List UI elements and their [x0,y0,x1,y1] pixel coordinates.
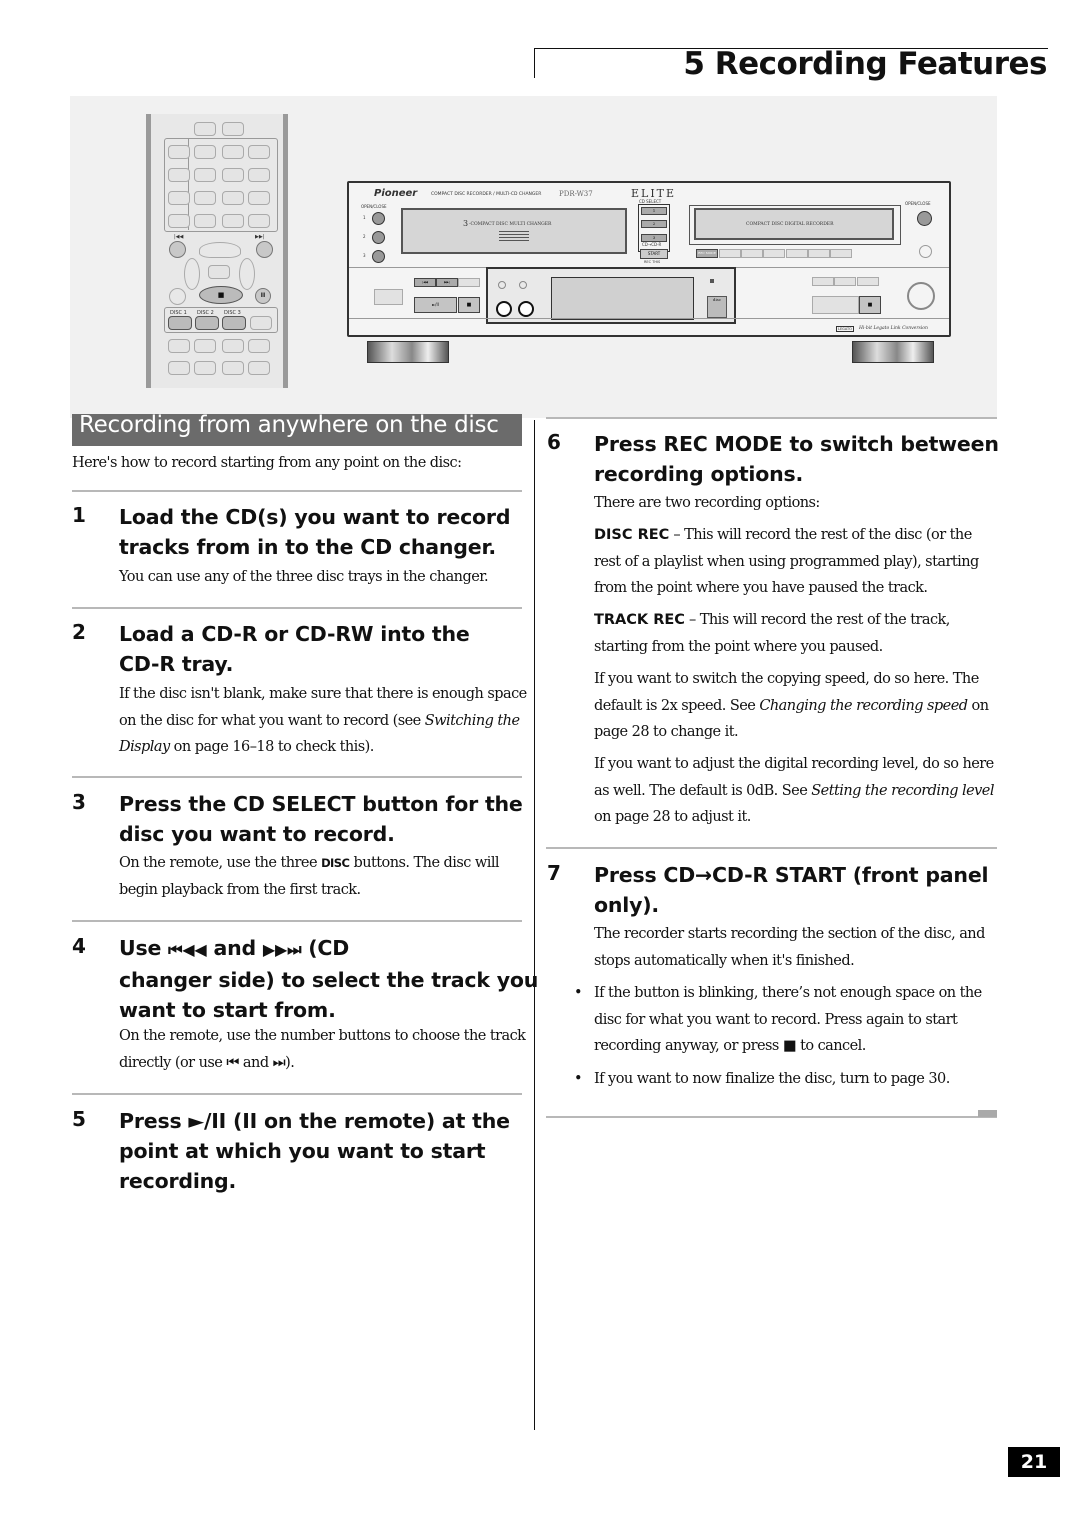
next-track-icon: ▶▶| [436,278,458,287]
step-divider [546,417,997,419]
header-rule-tick [534,48,535,78]
headphone-jack-icon [496,301,512,317]
remote-button [222,122,244,136]
fast-forward-skip-icon: ▶▶⏭ [262,940,302,959]
next-track-icon: ⏭ [272,1054,286,1071]
deck-foot-right [852,341,934,363]
link-changing-recording-speed: Changing the recording speed [759,697,968,714]
deck-foot-left [367,341,449,363]
step-3-heading: Press the CD SELECT button for the disc … [119,792,523,846]
volume-knob [907,282,935,310]
step-7-body: The recorder starts recording the sectio… [594,926,985,969]
step-divider [546,847,997,849]
remote-control-illustration: |◀◀ ▶▶| ■ II DISC 1 DISC 2 DISC 3 [146,114,288,388]
step-6-number: 6 [547,430,561,454]
eject-3-icon [372,250,385,263]
option-track-rec: TRACK REC – This will record the rest of… [594,612,950,655]
rec-mode-button: REC MODE [696,249,718,258]
previous-track-icon: ⏮ [226,1054,239,1071]
step-divider [72,776,522,778]
step-divider [72,1093,522,1095]
bullet-item: If you want to now finalize the disc, tu… [572,1066,982,1093]
eject-recorder-icon [917,211,932,226]
link-switching-the-display: Switching the [424,712,520,729]
step-7-number: 7 [547,861,561,885]
play-pause-icon: ►/II [188,1109,227,1133]
step-divider [72,607,522,609]
cd-select-2-button: 2 [641,220,667,228]
link-finalize-page-30: If you want to now finalize the disc, tu… [594,1070,950,1087]
step-6-speed-note: If you want to switch the copying speed,… [594,671,989,740]
cd-select-1-button: 1 [641,207,667,215]
play-pause-button: ►/II [414,297,457,313]
disc-3-button [222,316,246,330]
disc-1-button [168,316,192,330]
step-4-number: 4 [72,934,86,958]
end-mark [978,1110,997,1117]
link-setting-recording-level: Setting the recording level [811,782,994,799]
previous-track-icon: |◀◀ [414,278,436,287]
step-3-body: On the remote, use the three DISC button… [119,855,500,898]
section-title: Recording from anywhere on the disc [79,412,499,438]
step-6-level-note: If you want to adjust the digital record… [594,756,994,825]
step-2-number: 2 [72,620,86,644]
step-divider [72,920,522,922]
step-5-heading: Press ►/II (II on the remote) at the poi… [119,1109,510,1193]
step-divider [72,490,522,492]
arrow-right-icon: → [695,863,713,887]
step-7-heading: Press CD→CD-R START (front panel only). [594,863,989,917]
pause-icon: II [242,1109,258,1133]
section-intro: Here's how to record starting from any p… [72,455,462,471]
recorder-tray: COMPACT DISC DIGITAL RECORDER [694,208,894,240]
step-2-heading: Load a CD-R or CD-RW into the CD-R tray. [119,622,470,676]
end-rule [546,1116,997,1118]
skip-back-rewind-icon: ⏮◀◀ [168,940,207,959]
step-2-body: If the disc isn't blank, make sure that … [119,686,527,755]
disc-2-button [195,316,219,330]
disc-keyword: DISC [321,856,350,870]
display-window: disc [486,267,736,324]
step-4-body: On the remote, use the number buttons to… [119,1028,526,1071]
stop-icon: ■ [859,296,881,314]
remote-button [194,122,216,136]
chapter-title: 5 Recording Features [683,46,1047,82]
option-disc-rec: DISC REC – This will record the rest of … [594,527,979,596]
pause-icon: II [255,288,271,304]
keyboard-jack-icon [518,301,534,317]
bullet-item: If the button is blinking, there’s not e… [572,980,982,1060]
column-divider [534,420,535,1430]
page-number: 21 [1008,1447,1060,1477]
step-1-body: You can use any of the three disc trays … [119,569,489,585]
cd-recorder-illustration: Pioneer COMPACT DISC RECORDER / MULTI-CD… [347,181,951,337]
step-6-intro: There are two recording options: [594,495,820,511]
step-7-bullets: If the button is blinking, there’s not e… [572,980,982,1092]
eject-1-icon [372,212,385,225]
step-6-heading: Press REC MODE to switch between recordi… [594,432,999,486]
step-1-number: 1 [72,503,86,527]
previous-track-icon: |◀◀ [174,234,184,240]
step-5-number: 5 [72,1107,86,1131]
brand-logo: Pioneer [374,188,418,199]
compact-disc-logo: disc [707,296,727,318]
next-track-icon: ▶▶| [255,234,265,240]
step-4-heading: Use ⏮◀◀ and ▶▶⏭ (CD changer side) to sel… [119,936,539,1022]
step-1-heading: Load the CD(s) you want to record tracks… [119,505,511,559]
stop-icon: ■ [199,286,243,304]
start-button: START [640,249,668,259]
changer-tray: 3 -COMPACT DISC MULTI CHANGER [401,208,627,254]
cd-select-3-button: 3 [641,234,667,242]
stop-icon: ■ [782,1038,797,1054]
step-3-number: 3 [72,790,86,814]
stop-icon: ■ [458,297,480,313]
eject-2-icon [372,231,385,244]
